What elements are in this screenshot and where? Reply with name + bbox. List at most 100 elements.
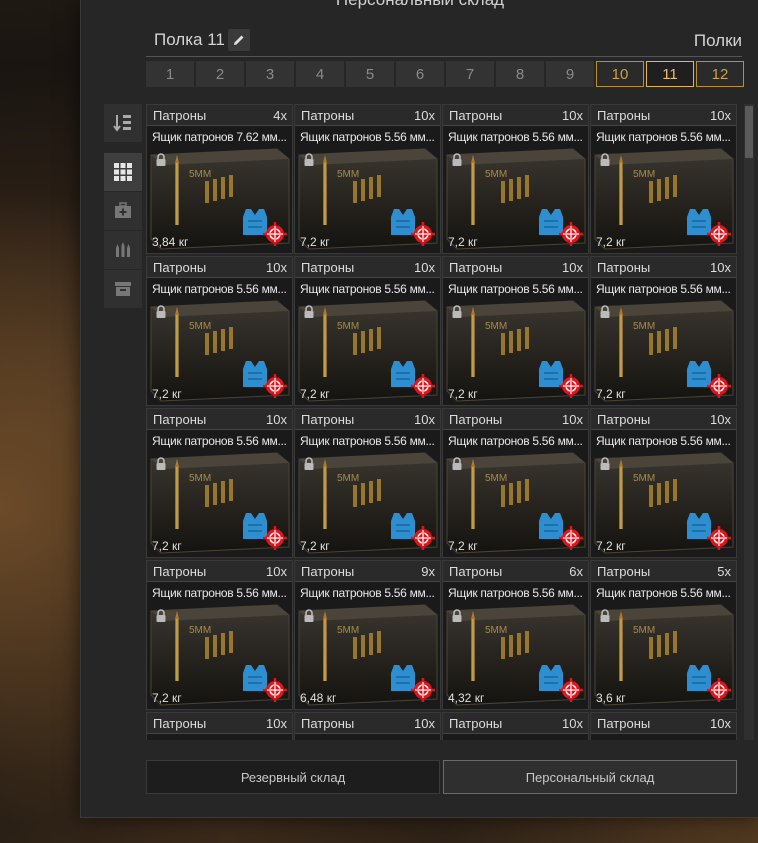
item-quantity: 10x xyxy=(710,260,731,275)
lock-icon xyxy=(304,609,314,622)
item-quantity: 10x xyxy=(266,260,287,275)
item-weight: 7,2 кг xyxy=(596,539,626,553)
sort-button[interactable] xyxy=(104,104,142,143)
svg-text:5MM: 5MM xyxy=(189,625,211,636)
target-icon xyxy=(263,374,287,398)
item-card[interactable]: Патроны 5x Ящик патронов 5.56 мм... 5MM … xyxy=(590,560,737,710)
shelf-tab-12[interactable]: 12 xyxy=(696,61,744,87)
shelf-tab-1[interactable]: 1 xyxy=(146,61,194,87)
target-icon xyxy=(559,526,583,550)
item-quantity: 5x xyxy=(717,564,731,579)
target-icon xyxy=(559,374,583,398)
item-category: Патроны xyxy=(301,260,355,275)
item-card[interactable]: Патроны 10x 5MM xyxy=(590,712,737,740)
item-card[interactable]: Патроны 4x Ящик патронов 7.62 мм... 5MM … xyxy=(146,104,293,254)
shelf-tab-9[interactable]: 9 xyxy=(546,61,594,87)
lock-icon xyxy=(452,153,462,166)
item-weight: 7,2 кг xyxy=(152,691,182,705)
item-category: Патроны xyxy=(597,108,651,123)
item-card[interactable]: Патроны 10x Ящик патронов 5.56 мм... 5MM… xyxy=(442,408,589,558)
item-card[interactable]: Патроны 10x Ящик патронов 5.56 мм... 5MM… xyxy=(146,408,293,558)
lock-icon xyxy=(600,153,610,166)
target-icon xyxy=(263,222,287,246)
item-card[interactable]: Патроны 10x Ящик патронов 5.56 мм... 5MM… xyxy=(146,560,293,710)
item-header: Патроны 10x xyxy=(147,713,292,734)
shelves-label[interactable]: Полки xyxy=(694,31,742,51)
shelf-tab-2[interactable]: 2 xyxy=(196,61,244,87)
reserve-storage-button[interactable]: Резервный склад xyxy=(146,760,440,794)
item-category: Патроны xyxy=(449,564,503,579)
item-name: Ящик патронов 5.56 мм... xyxy=(596,282,731,296)
target-icon xyxy=(411,222,435,246)
item-card[interactable]: Патроны 10x Ящик патронов 5.56 мм... 5MM… xyxy=(294,256,441,406)
item-quantity: 10x xyxy=(266,564,287,579)
lock-icon xyxy=(156,457,166,470)
scrollbar-thumb[interactable] xyxy=(745,106,753,158)
personal-storage-button[interactable]: Персональный склад xyxy=(443,760,737,794)
item-card[interactable]: Патроны 10x 5MM xyxy=(294,712,441,740)
filter-ammo-button[interactable] xyxy=(104,231,142,270)
item-quantity: 10x xyxy=(562,716,583,731)
lock-icon xyxy=(304,305,314,318)
item-weight: 3,6 кг xyxy=(596,691,626,705)
item-card[interactable]: Патроны 10x 5MM xyxy=(146,712,293,740)
target-icon xyxy=(707,678,731,702)
item-card[interactable]: Патроны 10x Ящик патронов 5.56 мм... 5MM… xyxy=(590,408,737,558)
filter-all-button[interactable] xyxy=(104,153,142,192)
item-name: Ящик патронов 7.62 мм... xyxy=(152,130,287,144)
shelf-tab-3[interactable]: 3 xyxy=(246,61,294,87)
scrollbar[interactable] xyxy=(744,104,754,740)
item-weight: 7,2 кг xyxy=(300,235,330,249)
lock-icon xyxy=(304,153,314,166)
svg-text:5MM: 5MM xyxy=(337,473,359,484)
item-category: Патроны xyxy=(153,564,207,579)
item-quantity: 10x xyxy=(414,412,435,427)
item-card[interactable]: Патроны 10x Ящик патронов 5.56 мм... 5MM… xyxy=(294,104,441,254)
item-weight: 7,2 кг xyxy=(448,235,478,249)
item-card[interactable]: Патроны 6x Ящик патронов 5.56 мм... 5MM … xyxy=(442,560,589,710)
item-weight: 3,84 кг xyxy=(152,235,189,249)
item-name: Ящик патронов 5.56 мм... xyxy=(300,282,435,296)
shelf-tab-5[interactable]: 5 xyxy=(346,61,394,87)
item-category: Патроны xyxy=(153,412,207,427)
item-category: Патроны xyxy=(597,260,651,275)
item-weight: 7,2 кг xyxy=(596,387,626,401)
pencil-icon xyxy=(234,35,244,45)
item-name: Ящик патронов 5.56 мм... xyxy=(448,586,583,600)
item-card[interactable]: Патроны 10x Ящик патронов 5.56 мм... 5MM… xyxy=(294,408,441,558)
edit-shelf-button[interactable] xyxy=(228,29,250,51)
item-card[interactable]: Патроны 10x Ящик патронов 5.56 мм... 5MM… xyxy=(590,104,737,254)
item-card[interactable]: Патроны 10x Ящик патронов 5.56 мм... 5MM… xyxy=(146,256,293,406)
lock-icon xyxy=(452,457,462,470)
lock-icon xyxy=(304,457,314,470)
item-card[interactable]: Патроны 10x Ящик патронов 5.56 мм... 5MM… xyxy=(590,256,737,406)
filter-containers-button[interactable] xyxy=(104,270,142,309)
item-name: Ящик патронов 5.56 мм... xyxy=(152,282,287,296)
shelf-tab-7[interactable]: 7 xyxy=(446,61,494,87)
svg-text:5MM: 5MM xyxy=(633,473,655,484)
filter-medical-button[interactable] xyxy=(104,192,142,231)
item-card[interactable]: Патроны 10x Ящик патронов 5.56 мм... 5MM… xyxy=(442,104,589,254)
item-quantity: 10x xyxy=(266,716,287,731)
sort-icon xyxy=(113,115,131,132)
item-card[interactable]: Патроны 10x 5MM xyxy=(442,712,589,740)
item-weight: 4,32 кг xyxy=(448,691,485,705)
shelf-tab-6[interactable]: 6 xyxy=(396,61,444,87)
item-card[interactable]: Патроны 10x Ящик патронов 5.56 мм... 5MM… xyxy=(442,256,589,406)
item-name: Ящик патронов 5.56 мм... xyxy=(596,434,731,448)
lock-icon xyxy=(156,305,166,318)
svg-text:5MM: 5MM xyxy=(337,625,359,636)
item-category: Патроны xyxy=(301,108,355,123)
item-category: Патроны xyxy=(449,716,503,731)
shelf-tab-8[interactable]: 8 xyxy=(496,61,544,87)
item-quantity: 10x xyxy=(710,716,731,731)
item-category: Патроны xyxy=(301,716,355,731)
item-quantity: 10x xyxy=(414,260,435,275)
shelf-tab-4[interactable]: 4 xyxy=(296,61,344,87)
item-quantity: 10x xyxy=(562,260,583,275)
shelf-tab-11[interactable]: 11 xyxy=(646,61,694,87)
target-icon xyxy=(411,374,435,398)
shelf-tab-10[interactable]: 10 xyxy=(596,61,644,87)
item-card[interactable]: Патроны 9x Ящик патронов 5.56 мм... 5MM … xyxy=(294,560,441,710)
lock-icon xyxy=(156,153,166,166)
